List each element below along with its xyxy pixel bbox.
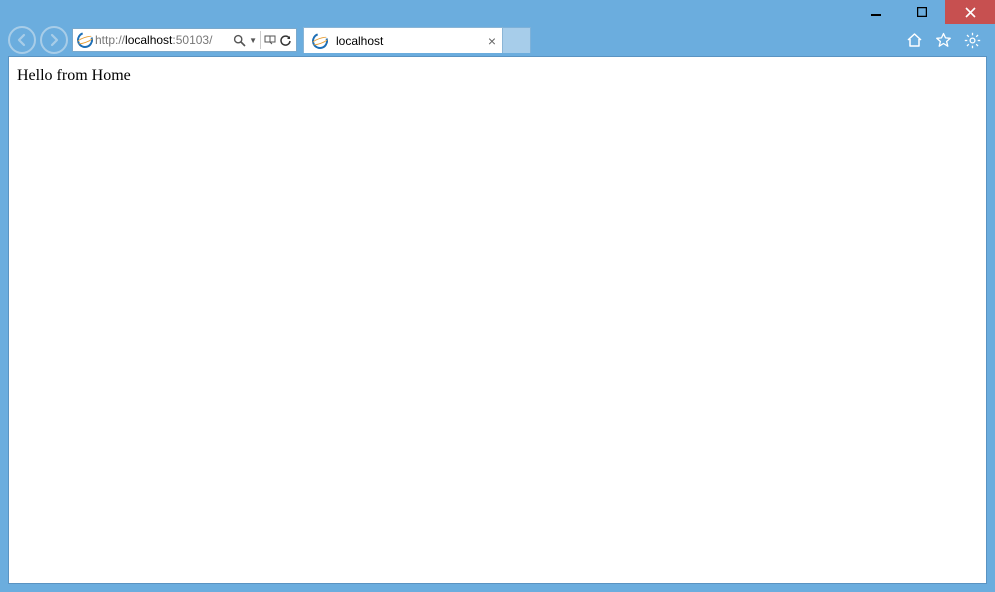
tab-title: localhost bbox=[336, 34, 482, 48]
close-button[interactable] bbox=[945, 0, 995, 24]
url-prefix: http:// bbox=[95, 33, 125, 47]
minimize-button[interactable] bbox=[853, 0, 899, 24]
tools-icons bbox=[906, 32, 987, 49]
nav-toolbar: http://localhost:50103/ ▼ localhost × bbox=[0, 24, 995, 56]
forward-button[interactable] bbox=[40, 26, 68, 54]
favorites-icon[interactable] bbox=[935, 32, 952, 49]
tab-close-icon[interactable]: × bbox=[488, 34, 496, 48]
back-button[interactable] bbox=[8, 26, 36, 54]
window-titlebar bbox=[0, 0, 995, 24]
refresh-icon[interactable] bbox=[279, 34, 292, 47]
page-content: Hello from Home bbox=[8, 56, 987, 584]
home-icon[interactable] bbox=[906, 32, 923, 49]
ie-icon bbox=[312, 33, 328, 49]
address-controls: ▼ bbox=[233, 31, 294, 49]
tab-strip: localhost × bbox=[303, 27, 902, 53]
tab-localhost[interactable]: localhost × bbox=[303, 27, 503, 53]
search-icon[interactable] bbox=[233, 34, 246, 47]
search-dropdown-icon[interactable]: ▼ bbox=[249, 36, 257, 45]
maximize-button[interactable] bbox=[899, 0, 945, 24]
address-bar[interactable]: http://localhost:50103/ ▼ bbox=[72, 28, 297, 52]
new-tab-button[interactable] bbox=[503, 27, 531, 53]
url-port: :50103/ bbox=[172, 33, 212, 47]
compat-view-icon[interactable] bbox=[264, 34, 276, 46]
ie-icon bbox=[77, 32, 93, 48]
url-text: http://localhost:50103/ bbox=[95, 33, 233, 47]
url-host: localhost bbox=[125, 33, 172, 47]
separator bbox=[260, 31, 261, 49]
page-body-text: Hello from Home bbox=[17, 67, 131, 84]
gear-icon[interactable] bbox=[964, 32, 981, 49]
